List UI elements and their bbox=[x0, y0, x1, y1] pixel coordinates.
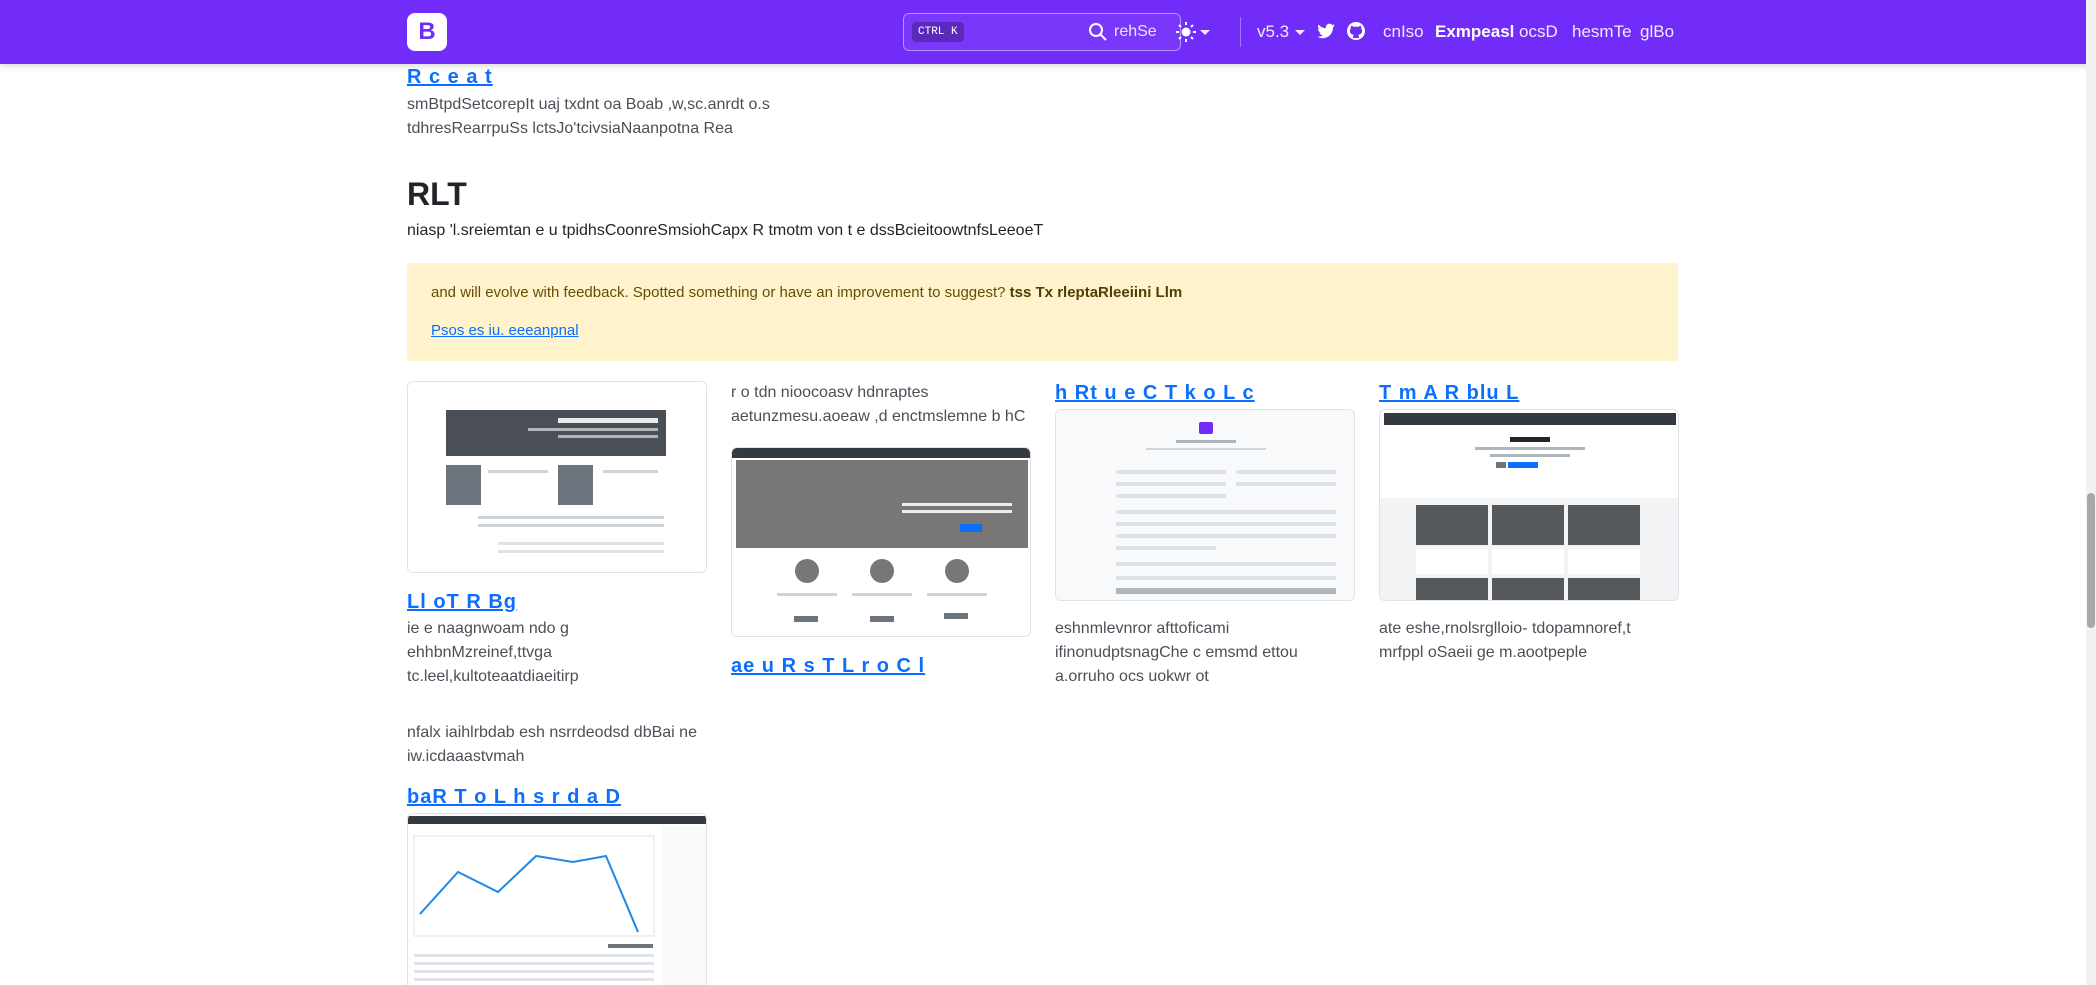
nav-link-docs[interactable]: ocsD bbox=[1519, 20, 1558, 44]
nav-link-blog[interactable]: glBo bbox=[1640, 20, 1674, 44]
navbar-divider bbox=[1240, 17, 1241, 47]
example-title-carousel[interactable]: ae u R s T L r o C l bbox=[731, 655, 925, 678]
search-icon bbox=[1089, 23, 1107, 41]
checkout-preview-image bbox=[1056, 410, 1354, 600]
search-button[interactable]: CTRL K rehSe bbox=[903, 13, 1181, 51]
example-title-album-rtl[interactable]: T m A R blu L bbox=[1379, 382, 1519, 405]
search-shortcut: CTRL K bbox=[912, 22, 964, 42]
album-preview-image bbox=[408, 382, 706, 572]
nav-link-examples[interactable]: Exmpeasl bbox=[1435, 20, 1514, 44]
rtl-alert: and will evolve with feedback. Spotted s… bbox=[407, 263, 1678, 361]
bootstrap-logo[interactable]: B bbox=[407, 13, 447, 51]
carousel-thumbnail[interactable] bbox=[731, 447, 1031, 637]
album-rtl-thumbnail[interactable] bbox=[1379, 409, 1679, 601]
rtl-lead: niasp 'l.sreiemtan e u tpidhsCoonreSmsio… bbox=[407, 222, 1044, 239]
example-desc-carousel: r o tdn nioocoasv hdnraptes aetunzmesu.a… bbox=[731, 384, 1026, 425]
version-dropdown[interactable]: v5.3 bbox=[1257, 20, 1306, 44]
scrollbar-thumb[interactable] bbox=[2087, 493, 2095, 628]
example-desc-top: smBtpdSetcorepIt uaj txdnt oa Boab ,w,sc… bbox=[407, 96, 770, 137]
chevron-down-icon bbox=[1200, 30, 1210, 35]
navbar: B CTRL K rehSe v5.3 cnIso Exmpeasl ocsD … bbox=[0, 0, 2096, 64]
nav-link-themes[interactable]: hesmTe bbox=[1572, 20, 1632, 44]
example-title-top[interactable]: R c e a t bbox=[407, 66, 493, 89]
dashboard-thumbnail[interactable] bbox=[407, 813, 707, 985]
twitter-icon[interactable] bbox=[1316, 21, 1336, 41]
nav-link-icons[interactable]: cnIso bbox=[1383, 20, 1424, 44]
checkout-thumbnail[interactable] bbox=[1055, 409, 1355, 601]
example-desc-album: ie e naagnwoam ndo g ehhbnMzreinef,ttvga… bbox=[407, 620, 579, 685]
example-title-album[interactable]: Ll oT R Bg bbox=[407, 591, 517, 614]
example-desc-dashboard: nfalx iaihlrbdab esh nsrrdeodsd dbBai ne… bbox=[407, 724, 697, 765]
rtl-heading: RLT bbox=[407, 176, 467, 212]
album-thumbnail[interactable] bbox=[407, 381, 707, 573]
album-rtl-preview-image bbox=[1380, 410, 1678, 600]
alert-link[interactable]: Psos es iu. eeeanpnal bbox=[431, 322, 579, 339]
carousel-preview-image bbox=[732, 448, 1030, 622]
github-icon[interactable] bbox=[1346, 21, 1366, 41]
example-title-checkout[interactable]: h Rt u e C T k o L c bbox=[1055, 382, 1255, 405]
sun-icon[interactable] bbox=[1175, 21, 1197, 43]
dashboard-preview-image bbox=[408, 814, 706, 985]
chevron-down-icon bbox=[1295, 30, 1306, 36]
example-title-dashboard[interactable]: baR T o L h s r d a D bbox=[407, 786, 621, 809]
alert-text: and will evolve with feedback. Spotted s… bbox=[431, 284, 1183, 301]
example-desc-album-rtl: ate eshe,rnolsrglloio- tdopamnoref,t mrf… bbox=[1379, 620, 1631, 661]
example-desc-checkout: eshnmlevnror afttoficami ifinonudptsnagC… bbox=[1055, 620, 1298, 685]
search-label: rehSe bbox=[1114, 23, 1157, 40]
